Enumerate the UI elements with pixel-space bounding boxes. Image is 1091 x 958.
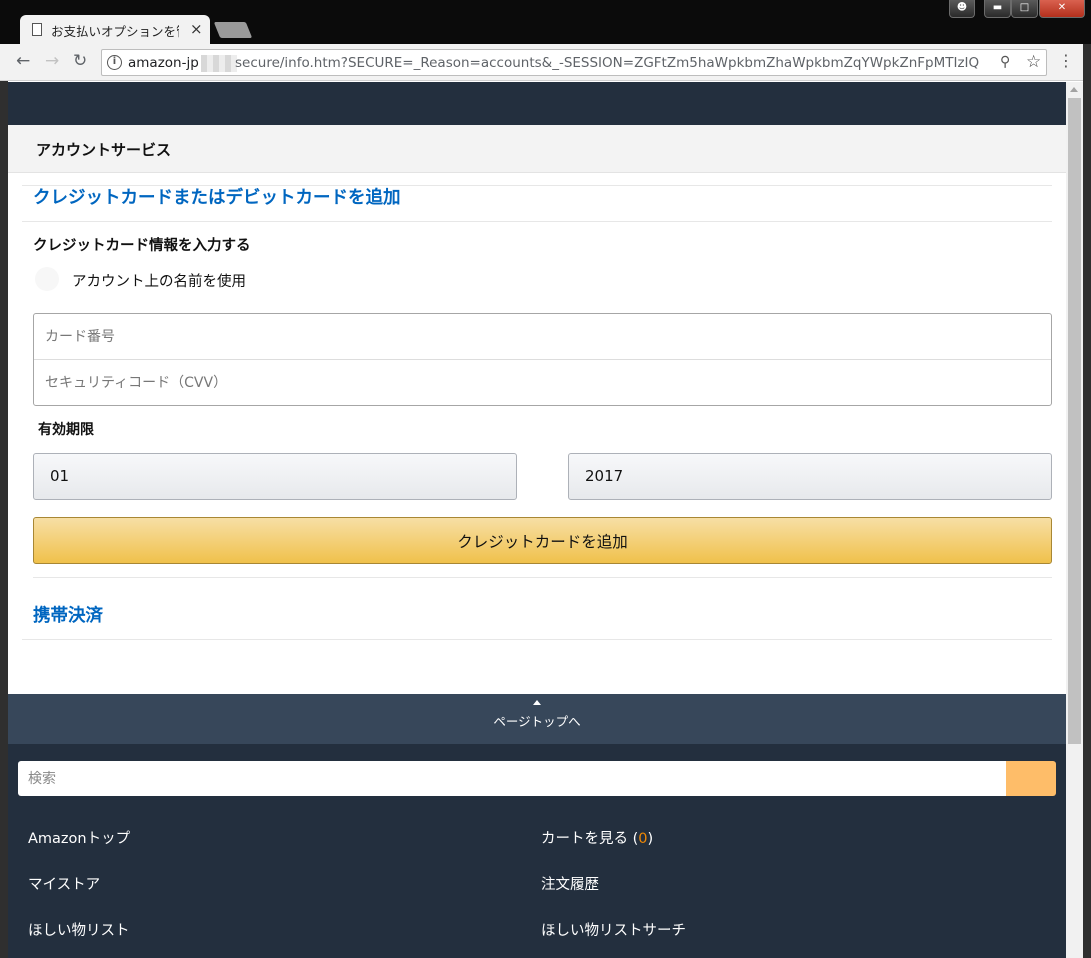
divider bbox=[22, 221, 1052, 222]
use-account-name-label[interactable]: アカウント上の名前を使用 bbox=[72, 270, 246, 291]
url-host: amazon-jp bbox=[128, 55, 199, 71]
view-cart-close: ) bbox=[647, 831, 654, 847]
mobile-payment-link[interactable]: 携帯決済 bbox=[33, 602, 103, 627]
key-icon[interactable]: ⚲ bbox=[1000, 54, 1010, 70]
expiry-year-value: 2017 bbox=[585, 467, 624, 485]
use-account-name-checkbox[interactable] bbox=[35, 267, 59, 291]
back-to-top-label: ページトップへ bbox=[493, 714, 581, 729]
url-path: secure/info.htm?SECURE=_Reason=accounts&… bbox=[235, 55, 980, 71]
forward-arrow-icon[interactable]: → bbox=[45, 50, 59, 72]
expiry-year-select[interactable]: 2017 bbox=[568, 453, 1052, 500]
divider bbox=[22, 639, 1052, 640]
window-frame-left bbox=[0, 81, 8, 958]
expiry-label: 有効期限 bbox=[38, 422, 94, 438]
expiry-month-value: 01 bbox=[50, 467, 70, 485]
back-to-top-button[interactable]: ページトップへ bbox=[8, 694, 1066, 744]
browser-toolbar: ← → ↻ i amazon-jp secure/info.htm?SECURE… bbox=[0, 44, 1091, 81]
star-icon[interactable]: ☆ bbox=[1026, 52, 1041, 72]
minimize-button[interactable]: ▬ bbox=[984, 0, 1011, 18]
maximize-button[interactable]: □ bbox=[1011, 0, 1038, 18]
subheader: アカウントサービス bbox=[8, 125, 1066, 173]
card-number-input[interactable] bbox=[34, 314, 1051, 360]
view-cart-link[interactable]: カートを見る (0) bbox=[541, 827, 653, 848]
page-scrollbar[interactable] bbox=[1066, 82, 1083, 958]
new-tab-button[interactable] bbox=[213, 22, 253, 38]
view-cart-label: カートを見る ( bbox=[541, 831, 639, 847]
document-icon bbox=[32, 23, 42, 36]
divider bbox=[33, 577, 1052, 578]
my-store-link[interactable]: マイストア bbox=[28, 873, 100, 894]
amazon-top-link[interactable]: Amazonトップ bbox=[28, 827, 130, 848]
search-input[interactable] bbox=[18, 761, 1006, 796]
wishlist-link[interactable]: ほしい物リスト bbox=[28, 919, 130, 940]
add-card-link[interactable]: クレジットカードまたはデビットカードを追加 bbox=[33, 184, 401, 209]
cart-count: 0 bbox=[638, 831, 648, 847]
browser-titlebar: お支払いオプションを管 × ☻ ▬ □ ✕ bbox=[0, 0, 1091, 44]
add-credit-card-button[interactable]: クレジットカードを追加 bbox=[33, 517, 1052, 564]
wishlist-search-link[interactable]: ほしい物リストサーチ bbox=[541, 919, 686, 940]
info-icon[interactable]: i bbox=[107, 55, 122, 70]
window-frame-right bbox=[1083, 44, 1091, 958]
close-window-button[interactable]: ✕ bbox=[1039, 0, 1085, 18]
footer: Amazonトップ カートを見る (0) マイストア 注文履歴 ほしい物リスト … bbox=[8, 744, 1066, 958]
cvv-input[interactable] bbox=[34, 360, 1051, 406]
site-navbar bbox=[8, 82, 1066, 125]
reload-icon[interactable]: ↻ bbox=[73, 50, 87, 72]
address-bar[interactable]: i amazon-jp secure/info.htm?SECURE=_Reas… bbox=[101, 49, 1047, 76]
card-info-heading: クレジットカード情報を入力する bbox=[33, 238, 251, 254]
card-fields-group bbox=[33, 313, 1052, 406]
close-icon[interactable]: × bbox=[190, 20, 203, 38]
search-button[interactable] bbox=[1006, 761, 1056, 796]
user-icon[interactable]: ☻ bbox=[949, 0, 975, 18]
page-content: アカウントサービス クレジットカードまたはデビットカードを追加 クレジットカード… bbox=[8, 82, 1066, 958]
back-arrow-icon[interactable]: ← bbox=[16, 50, 30, 72]
browser-tab[interactable]: お支払いオプションを管 × bbox=[20, 15, 210, 44]
expiry-month-select[interactable]: 01 bbox=[33, 453, 517, 500]
scrollbar-thumb[interactable] bbox=[1068, 98, 1081, 744]
scroll-up-icon[interactable] bbox=[1070, 87, 1078, 92]
menu-icon[interactable]: ⋮ bbox=[1058, 51, 1074, 71]
page-title: アカウントサービス bbox=[36, 141, 172, 159]
tab-title: お支払いオプションを管 bbox=[51, 24, 179, 39]
order-history-link[interactable]: 注文履歴 bbox=[541, 873, 599, 894]
url-redaction bbox=[201, 55, 237, 72]
caret-up-icon bbox=[533, 700, 541, 705]
